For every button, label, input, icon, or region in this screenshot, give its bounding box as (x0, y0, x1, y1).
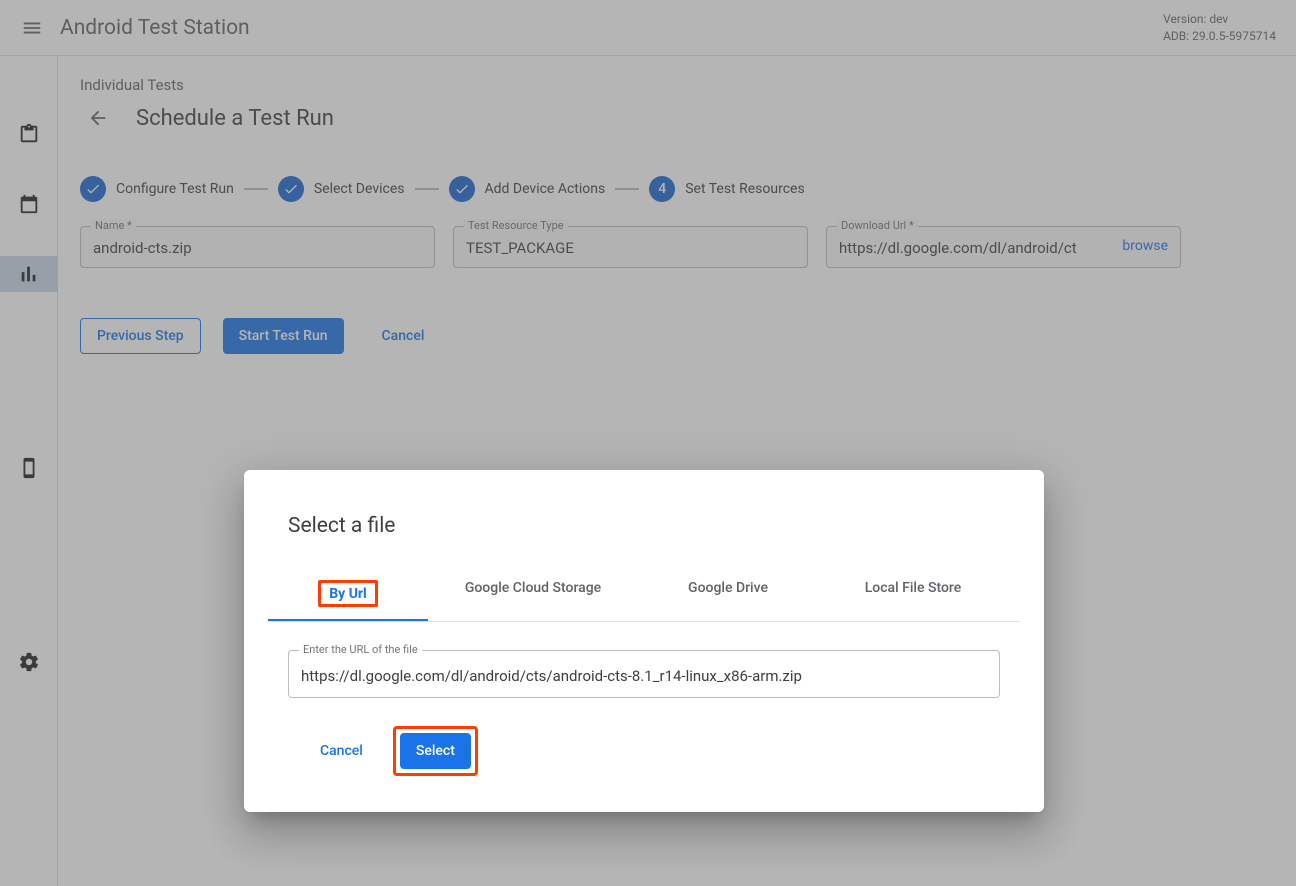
field-value: https://dl.google.com/dl/android/cts/and… (301, 667, 987, 685)
step-label: Add Device Actions (485, 181, 606, 197)
step-devices[interactable]: Select Devices (278, 176, 405, 202)
dialog-cancel-button[interactable]: Cancel (304, 733, 379, 769)
sidenav-item-device[interactable] (0, 450, 58, 486)
name-field[interactable]: Name * android-cts.zip (80, 226, 435, 268)
check-icon (283, 181, 299, 197)
resource-fields-row: Name * android-cts.zip Test Resource Typ… (80, 226, 1274, 268)
phone-icon (18, 457, 40, 479)
previous-step-button[interactable]: Previous Step (80, 318, 201, 354)
sidenav-item-calendar[interactable] (0, 186, 58, 222)
clipboard-icon (18, 123, 40, 145)
menu-button[interactable] (12, 8, 52, 48)
app-title: Android Test Station (60, 16, 250, 40)
step-number: 4 (649, 176, 675, 202)
start-test-run-button[interactable]: Start Test Run (223, 318, 344, 354)
sidenav-item-settings[interactable] (0, 644, 58, 680)
bar-chart-icon (18, 263, 40, 285)
url-input-field[interactable]: Enter the URL of the file https://dl.goo… (288, 650, 1000, 698)
arrow-back-icon (87, 107, 109, 129)
field-label: Enter the URL of the file (299, 643, 422, 656)
field-label: Test Resource Type (464, 219, 568, 232)
field-label: Download Url * (837, 219, 918, 232)
step-configure[interactable]: Configure Test Run (80, 176, 234, 202)
gear-icon (18, 651, 40, 673)
resource-type-field[interactable]: Test Resource Type TEST_PACKAGE (453, 226, 808, 268)
check-icon (85, 181, 101, 197)
dialog-actions: Cancel Select (288, 726, 1000, 776)
dialog-tabs: By Url Google Cloud Storage Google Drive… (268, 566, 1020, 622)
menu-icon (21, 17, 43, 39)
cancel-button[interactable]: Cancel (366, 318, 441, 354)
field-value: android-cts.zip (93, 235, 422, 257)
sidenav (0, 56, 58, 886)
check-icon (454, 181, 470, 197)
version-block: Version: dev ADB: 29.0.5-5975714 (1163, 11, 1284, 43)
step-label: Configure Test Run (116, 181, 234, 197)
dialog-select-button[interactable]: Select (400, 733, 471, 769)
step-resources[interactable]: 4 Set Test Resources (649, 176, 804, 202)
version-line: Version: dev (1163, 11, 1276, 27)
dialog-title: Select a file (288, 514, 1000, 538)
step-label: Set Test Resources (685, 181, 804, 197)
page-title: Schedule a Test Run (136, 106, 334, 131)
back-button[interactable] (80, 100, 116, 136)
step-actions[interactable]: Add Device Actions (449, 176, 606, 202)
tab-local[interactable]: Local File Store (818, 566, 1008, 621)
adb-line: ADB: 29.0.5-5975714 (1163, 28, 1276, 44)
tab-by-url[interactable]: By Url (268, 566, 428, 621)
select-file-dialog: Select a file By Url Google Cloud Storag… (244, 470, 1044, 812)
tab-gcs[interactable]: Google Cloud Storage (428, 566, 638, 621)
topbar: Android Test Station Version: dev ADB: 2… (0, 0, 1296, 56)
download-url-field[interactable]: Download Url * https://dl.google.com/dl/… (826, 226, 1181, 268)
actions-row: Previous Step Start Test Run Cancel (80, 318, 1274, 354)
calendar-icon (18, 193, 40, 215)
highlight-select: Select (393, 726, 478, 776)
browse-link[interactable]: browse (1122, 238, 1168, 254)
sidenav-item-analytics[interactable] (0, 256, 58, 292)
step-label: Select Devices (314, 181, 405, 197)
sidenav-item-clipboard[interactable] (0, 116, 58, 152)
stepper: Configure Test Run Select Devices Add De… (80, 176, 1274, 202)
breadcrumb[interactable]: Individual Tests (80, 76, 1274, 94)
tab-drive[interactable]: Google Drive (638, 566, 818, 621)
field-label: Name * (91, 219, 136, 232)
field-value: TEST_PACKAGE (466, 235, 795, 257)
field-value: https://dl.google.com/dl/android/ct (839, 235, 1112, 257)
highlight-by-url: By Url (318, 580, 378, 607)
